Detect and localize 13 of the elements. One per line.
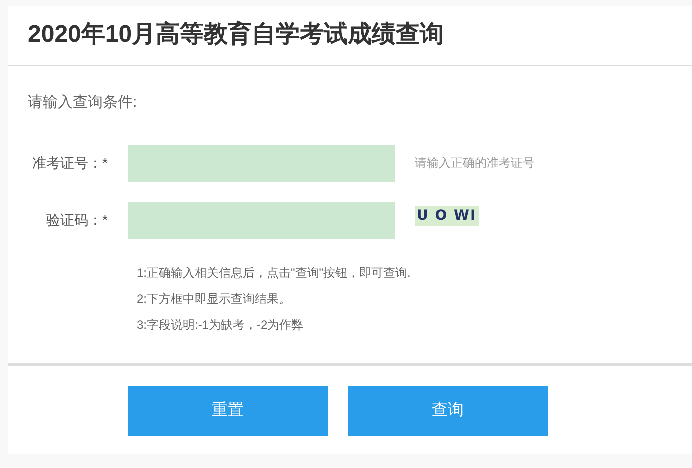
input-field[interactable]	[128, 202, 395, 238]
page-title: 2020年10月高等教育自学考试成绩查询	[28, 20, 444, 50]
field-label: 验证码：*	[46, 210, 108, 230]
form-prompt: 请输入查询条件:	[28, 94, 138, 111]
help-note: 3:字段说明:-1为缺考，-2为作弊	[137, 316, 305, 332]
field-hint: 请输入正确的准考证号	[415, 155, 535, 172]
action-button[interactable]: 查询	[348, 386, 548, 436]
field-label: 准考证号：*	[32, 154, 108, 172]
help-note: 2:下方框中即显示查询结果。	[137, 290, 292, 306]
input-field[interactable]	[128, 144, 395, 182]
action-button[interactable]: 重置	[128, 386, 328, 436]
help-note: 1:正确输入相关信息后，点击"查询"按钮，即可查询.	[137, 264, 412, 280]
captcha-image: U O WI	[415, 206, 479, 226]
